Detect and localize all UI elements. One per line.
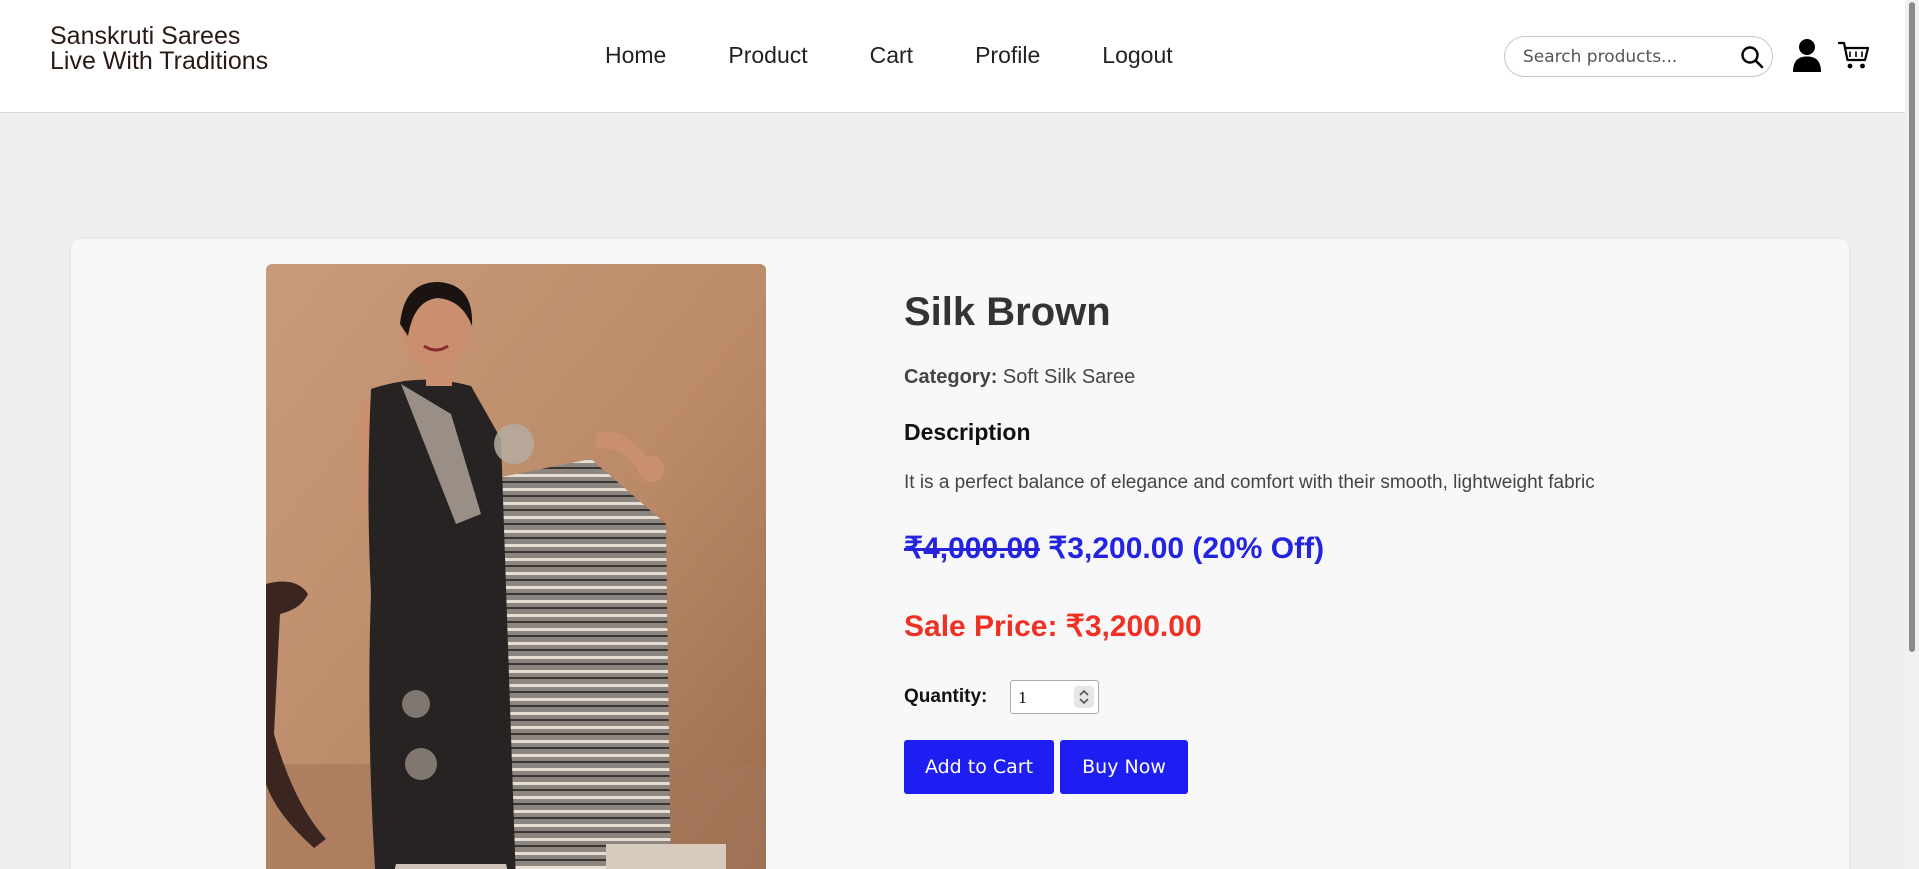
quantity-label: Quantity:: [904, 686, 988, 707]
chevron-up-down-icon[interactable]: [1074, 686, 1094, 708]
description-text: It is a perfect balance of elegance and …: [904, 472, 1595, 493]
stepper-arrows[interactable]: [1074, 686, 1094, 708]
page-scrollbar[interactable]: [1905, 0, 1919, 869]
buy-now-button[interactable]: Buy Now: [1060, 740, 1188, 794]
nav-profile-link[interactable]: Profile: [975, 42, 1040, 69]
brand-tagline: Live With Traditions: [50, 47, 269, 75]
brand-name: Sanskruti Sarees: [50, 22, 241, 50]
brand-logo[interactable]: Sanskruti Sarees Live With Traditions: [50, 24, 268, 74]
top-navbar: Sanskruti Sarees Live With Traditions Ho…: [0, 0, 1919, 113]
sale-price: Sale Price: ₹3,200.00: [904, 610, 1202, 643]
quantity-stepper[interactable]: 1: [1010, 680, 1099, 714]
cart-icon[interactable]: [1838, 40, 1870, 70]
nav-home-link[interactable]: Home: [605, 42, 666, 69]
original-price: ₹4,000.00: [904, 532, 1040, 565]
nav-cart-link[interactable]: Cart: [870, 42, 913, 69]
nav-logout-link[interactable]: Logout: [1102, 42, 1172, 69]
nav-menu: Home Product Cart Profile Logout: [605, 42, 1173, 69]
discounted-price: ₹3,200.00 (20% Off): [1048, 532, 1325, 565]
category-value: Soft Silk Saree: [1002, 366, 1136, 388]
description-heading: Description: [904, 419, 1031, 445]
scrollbar-thumb[interactable]: [1909, 2, 1915, 652]
search-icon[interactable]: [1740, 45, 1764, 69]
nav-product-link[interactable]: Product: [728, 42, 807, 69]
search-input[interactable]: [1523, 45, 1733, 69]
search-box: [1504, 36, 1773, 77]
quantity-value[interactable]: 1: [1018, 689, 1028, 707]
product-title: Silk Brown: [904, 290, 1111, 334]
product-image: [266, 264, 766, 869]
saree-photo-illustration: [266, 264, 766, 869]
add-to-cart-button[interactable]: Add to Cart: [904, 740, 1054, 794]
category-label: Category:: [904, 366, 998, 388]
product-category: Category: Soft Silk Saree: [904, 366, 1135, 389]
user-icon[interactable]: [1792, 38, 1822, 72]
price-line: ₹4,000.00 ₹3,200.00 (20% Off): [904, 531, 1324, 566]
